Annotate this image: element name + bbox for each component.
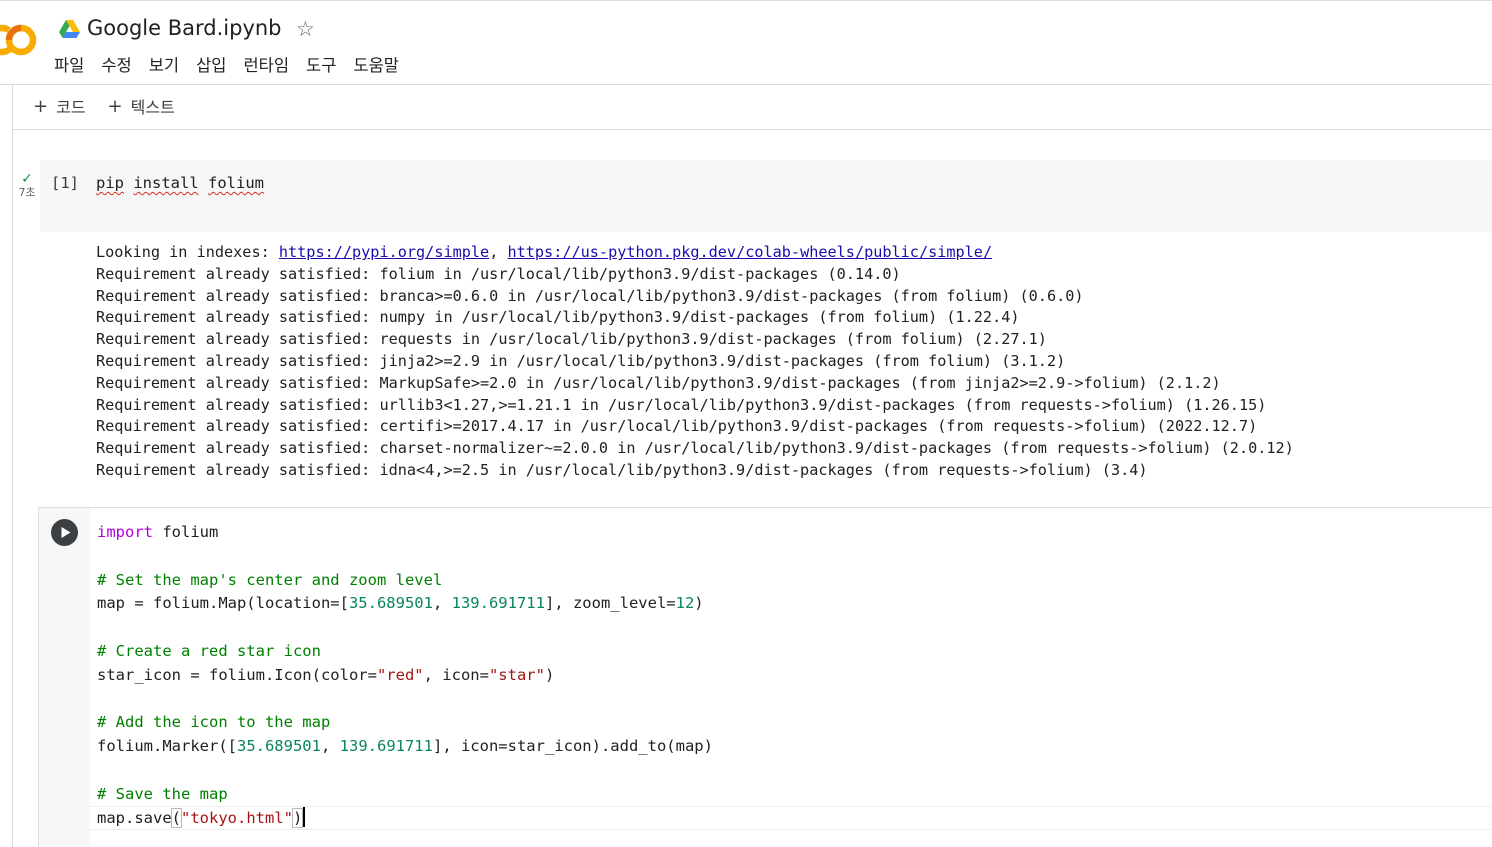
code-token: folium.Marker([ — [97, 737, 237, 756]
execution-count: [1] — [51, 174, 79, 192]
code-token: star_icon = folium.Icon(color= — [97, 665, 377, 684]
notebook-toolbar: + 코드 + 텍스트 — [33, 94, 175, 118]
execution-time: 7초 — [18, 186, 36, 199]
code-token: ], zoom_level= — [544, 594, 676, 613]
code-editor[interactable]: import folium # Set the map's center and… — [97, 521, 713, 830]
code-line: star_icon = folium.Icon(color="red", ico… — [97, 664, 713, 688]
header-divider — [0, 84, 1492, 85]
code-line: # Add the icon to the map — [97, 713, 331, 732]
menu-view[interactable]: 보기 — [149, 55, 179, 77]
run-cell-button[interactable] — [51, 519, 78, 546]
output-line: Requirement already satisfied: requests … — [96, 330, 1047, 349]
code-line: # Create a red star icon — [97, 641, 321, 660]
code-token: map = folium.Map(location=[ — [97, 594, 349, 613]
code-token: ) — [694, 594, 704, 613]
code-token: "star" — [488, 665, 545, 684]
add-text-button[interactable]: + 텍스트 — [108, 94, 175, 118]
notebook-title[interactable]: Google Bard.ipynb — [87, 16, 282, 40]
code-token: 139.691711 — [339, 737, 433, 756]
play-icon — [61, 527, 71, 538]
output-text: Looking in indexes: — [96, 243, 279, 261]
code-line: # Save the map — [97, 784, 228, 803]
code-token: , — [432, 594, 452, 613]
add-code-button[interactable]: + 코드 — [33, 94, 86, 118]
star-outline-icon[interactable]: ☆ — [296, 17, 315, 41]
left-rail — [12, 85, 13, 847]
code-token: pip — [96, 174, 124, 192]
code-token: folium — [208, 174, 265, 192]
output-line: Requirement already satisfied: urllib3<1… — [96, 395, 1267, 414]
code-line: folium.Marker([35.689501, 139.691711], i… — [97, 735, 713, 759]
code-token: ) — [544, 665, 555, 684]
code-token: , — [320, 737, 340, 756]
output-line: Requirement already satisfied: charset-n… — [96, 439, 1294, 458]
output-line: Requirement already satisfied: folium in… — [96, 264, 901, 283]
output-text: , — [489, 243, 508, 261]
window-top-edge — [0, 0, 1492, 4]
check-icon: ✓ — [21, 171, 33, 187]
code-token: "red" — [376, 665, 424, 684]
menu-help[interactable]: 도움말 — [353, 55, 399, 77]
add-text-label: 텍스트 — [130, 98, 175, 117]
cell-output: Looking in indexes: https://pypi.org/sim… — [96, 242, 1294, 482]
cell-status: ✓ 7초 — [14, 172, 40, 200]
output-line: Requirement already satisfied: idna<4,>=… — [96, 460, 1148, 479]
menu-edit[interactable]: 수정 — [101, 55, 131, 77]
add-code-label: 코드 — [56, 98, 86, 117]
code-token: install — [133, 174, 199, 192]
code-line: map = folium.Map(location=[35.689501, 13… — [97, 592, 713, 616]
index-link[interactable]: https://pypi.org/simple — [279, 243, 489, 261]
code-token: map.save — [97, 808, 172, 827]
menu-bar: 파일 수정 보기 삽입 런타임 도구 도움말 — [54, 55, 416, 77]
plus-icon: + — [33, 95, 49, 117]
menu-tools[interactable]: 도구 — [306, 55, 336, 77]
code-token: ( — [170, 807, 183, 828]
code-token: 35.689501 — [348, 594, 433, 613]
output-line: Requirement already satisfied: numpy in … — [96, 308, 1020, 327]
code-cell-1[interactable] — [40, 160, 1492, 232]
code-line: map.save("tokyo.html") — [97, 806, 713, 831]
text-cursor — [303, 806, 306, 827]
output-line: Requirement already satisfied: branca>=0… — [96, 286, 1084, 305]
code-token: 35.689501 — [236, 737, 321, 756]
output-line: Looking in indexes: https://pypi.org/sim… — [96, 242, 1294, 264]
code-editor[interactable]: pip install folium — [96, 174, 264, 192]
code-token: 139.691711 — [451, 594, 545, 613]
plus-icon: + — [107, 95, 123, 117]
menu-insert[interactable]: 삽입 — [196, 55, 226, 77]
code-token: ], icon=star_icon).add_to(map) — [432, 737, 713, 756]
code-token: ) — [291, 807, 304, 828]
menu-runtime[interactable]: 런타임 — [244, 55, 290, 77]
code-token: "tokyo.html" — [181, 808, 293, 827]
code-token: , icon= — [423, 665, 489, 684]
toolbar-divider — [13, 129, 1492, 130]
code-token: folium — [153, 523, 219, 541]
output-line: Requirement already satisfied: MarkupSaf… — [96, 373, 1221, 392]
output-line: Requirement already satisfied: jinja2>=2… — [96, 351, 1066, 370]
index-link[interactable]: https://us-python.pkg.dev/colab-wheels/p… — [507, 243, 992, 261]
code-line: # Set the map's center and zoom level — [97, 570, 443, 589]
output-line: Requirement already satisfied: certifi>=… — [96, 417, 1258, 436]
code-token: import — [97, 523, 153, 541]
code-line: import folium — [97, 521, 713, 545]
colab-logo[interactable] — [0, 18, 38, 62]
menu-file[interactable]: 파일 — [54, 55, 84, 77]
code-token: 12 — [675, 594, 695, 613]
google-drive-icon[interactable] — [59, 20, 80, 39]
